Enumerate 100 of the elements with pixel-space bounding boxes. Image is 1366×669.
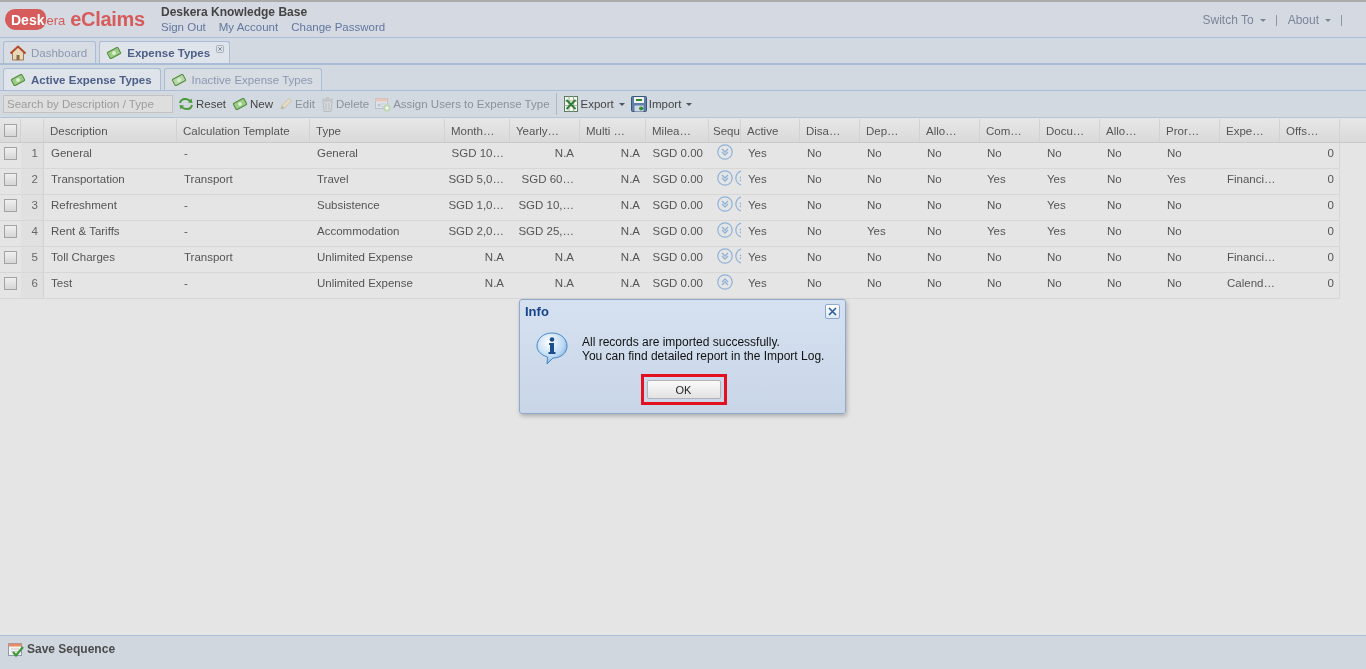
table-cell: N.A	[620, 224, 640, 239]
column-header[interactable]: Allo…	[926, 124, 957, 137]
column-header[interactable]: Multi …	[586, 124, 625, 137]
table-cell: -	[184, 198, 188, 213]
trash-icon	[320, 96, 334, 112]
table-cell: Yes	[748, 250, 767, 265]
close-icon[interactable]	[216, 45, 225, 53]
table-cell: Unlimited Expense	[317, 276, 413, 291]
row-number: 5	[31, 250, 38, 265]
table-cell: Yes	[1167, 172, 1186, 187]
column-header[interactable]: Offs…	[1286, 124, 1319, 137]
table-cell: Subsistence	[317, 198, 380, 213]
table-cell: Travel	[317, 172, 349, 187]
table-cell: SGD 60…	[521, 172, 574, 187]
table-cell: SGD 10,…	[518, 198, 574, 213]
column-header[interactable]: Docu…	[1046, 124, 1085, 137]
table-cell: -	[184, 276, 188, 291]
table-cell: No	[807, 250, 822, 265]
row-number: 4	[31, 224, 38, 239]
spreadsheet-icon	[562, 96, 579, 112]
table-cell: No	[1167, 198, 1182, 213]
table-cell: No	[807, 224, 822, 239]
column-header[interactable]: Month…	[451, 124, 495, 137]
chevron-up-circle-icon[interactable]	[717, 274, 733, 290]
row-checkbox[interactable]	[4, 225, 17, 238]
row-checkbox[interactable]	[4, 199, 17, 212]
table-cell: SGD 0.00	[652, 146, 703, 161]
column-header[interactable]: Active	[747, 124, 779, 137]
table-cell: SGD 0.00	[652, 250, 703, 265]
row-checkbox[interactable]	[4, 147, 17, 160]
column-header[interactable]: Allo…	[1106, 124, 1137, 137]
ok-button[interactable]: OK	[646, 380, 721, 399]
table-cell: Yes	[748, 198, 767, 213]
caret-icon	[686, 102, 693, 106]
table-cell: No	[1107, 224, 1122, 239]
table-cell: No	[867, 146, 882, 161]
select-all-checkbox[interactable]	[3, 124, 17, 137]
column-header[interactable]: Expe…	[1226, 124, 1264, 137]
table-cell: No	[927, 250, 942, 265]
table-cell: Yes	[748, 276, 767, 291]
toolbar-button[interactable]: New	[229, 93, 277, 115]
column-header[interactable]: Milea…	[652, 124, 691, 137]
caret-icon	[618, 102, 625, 106]
chevron-down-circle-icon[interactable]	[717, 196, 733, 212]
toolbar-button[interactable]: Export	[555, 93, 628, 115]
table-cell: No	[867, 198, 882, 213]
column-header[interactable]: Description	[50, 124, 108, 137]
column-header[interactable]: Com…	[986, 124, 1022, 137]
chevron-down-circle-icon[interactable]	[717, 144, 733, 160]
save-sequence-button[interactable]: Save Sequence	[5, 640, 119, 658]
row-checkbox[interactable]	[4, 173, 17, 186]
search-field[interactable]: Search by Description / Type	[3, 95, 173, 113]
table-cell: No	[1107, 276, 1122, 291]
table-cell: SGD 0.00	[652, 172, 703, 187]
column-header[interactable]: Pror…	[1166, 124, 1200, 137]
table-cell: No	[987, 276, 1002, 291]
column-header[interactable]: Sequ	[713, 124, 740, 137]
column-header[interactable]: Disa…	[806, 124, 841, 137]
row-checkbox[interactable]	[4, 277, 17, 290]
toolbar-button[interactable]: Import	[627, 93, 696, 115]
table-cell: N.A	[620, 198, 640, 213]
table-cell: 0	[1327, 146, 1334, 161]
table-cell: SGD 0.00	[652, 224, 703, 239]
table-cell: Yes	[1047, 172, 1066, 187]
table-cell: Yes	[748, 172, 767, 187]
tab[interactable]: Expense Types	[99, 41, 231, 63]
table-cell: N.A	[620, 250, 640, 265]
table-cell: SGD 5,0…	[448, 172, 504, 187]
table-cell: Yes	[748, 146, 767, 161]
table-cell: N.A	[554, 146, 574, 161]
column-header[interactable]: Dep…	[866, 124, 899, 137]
table-cell: No	[807, 276, 822, 291]
toolbar-button[interactable]: Reset	[175, 93, 230, 115]
table-cell: -	[184, 146, 188, 161]
column-header[interactable]: Yearly…	[516, 124, 560, 137]
table-cell: Yes	[1047, 224, 1066, 239]
header-link[interactable]: Sign Out	[161, 20, 206, 35]
table-cell: No	[1107, 146, 1122, 161]
table-cell: N.A	[484, 276, 504, 291]
row-number: 1	[31, 146, 38, 161]
column-header[interactable]: Type	[316, 124, 341, 137]
column-header[interactable]: Calculation Template	[183, 124, 290, 137]
table-cell: N.A	[620, 276, 640, 291]
chevron-down-circle-icon[interactable]	[717, 222, 733, 238]
table-cell: 0	[1327, 198, 1334, 213]
chevron-down-circle-icon[interactable]	[717, 248, 733, 264]
product-name: eClaims	[70, 8, 145, 31]
row-checkbox[interactable]	[4, 251, 17, 264]
chevron-down-circle-icon[interactable]	[717, 170, 733, 186]
table-cell: -	[184, 224, 188, 239]
tab[interactable]: Active Expense Types	[3, 68, 161, 90]
close-button[interactable]	[825, 303, 840, 319]
table-cell: Yes	[867, 224, 886, 239]
table-cell: Calend…	[1227, 276, 1275, 291]
table-cell: Transport	[184, 172, 233, 187]
table-cell: N.A	[620, 172, 640, 187]
header-link[interactable]: My Account	[218, 20, 279, 35]
table-cell: N.A	[484, 250, 504, 265]
table-cell: No	[987, 146, 1002, 161]
header-link[interactable]: Change Password	[291, 20, 386, 35]
